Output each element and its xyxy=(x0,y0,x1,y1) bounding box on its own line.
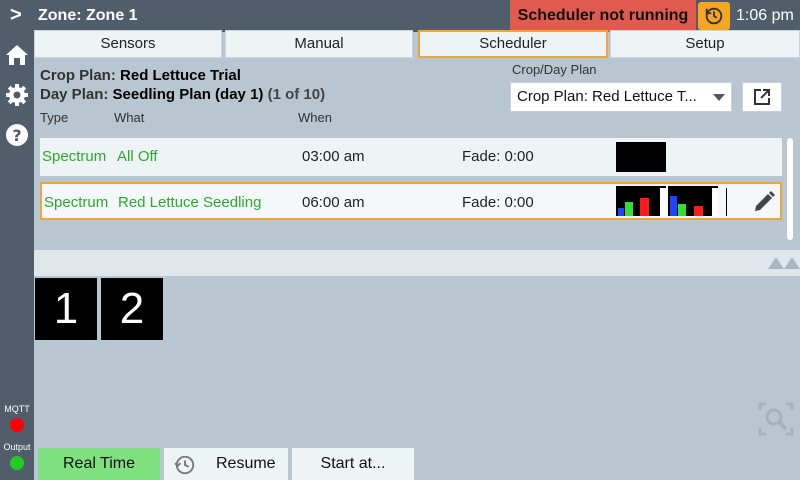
row-what: All Off xyxy=(117,148,158,165)
zone-title: Zone: Zone 1 xyxy=(38,7,138,24)
tab-bar: Sensors Manual Scheduler Setup xyxy=(34,30,800,58)
day-plan-count: (1 of 10) xyxy=(267,86,326,103)
pencil-icon xyxy=(755,191,775,211)
bottom-bar: Real Time Resume Start at... xyxy=(34,446,800,480)
zoom-search-icon xyxy=(758,402,794,436)
row-when: 03:00 am xyxy=(302,148,365,165)
column-header-when: When xyxy=(298,110,332,125)
start-at-button[interactable]: Start at... xyxy=(292,448,414,480)
crop-plan-value: Red Lettuce Trial xyxy=(120,67,241,84)
crop-day-plan-select[interactable]: Crop Plan: Red Lettuce T... xyxy=(510,82,732,112)
schedule-row[interactable]: Spectrum All Off 03:00 am Fade: 0:00 xyxy=(40,138,782,176)
tab-manual[interactable]: Manual xyxy=(225,30,413,58)
column-header-what: What xyxy=(114,110,145,125)
sidebar: ? MQTT Output xyxy=(0,32,34,480)
clock-refresh-icon xyxy=(705,7,723,25)
row-fade: Fade: 0:00 xyxy=(462,148,534,165)
scheduler-status-badge: Scheduler not running xyxy=(510,0,696,32)
plan-info: Crop Plan: Red Lettuce Trial Day Plan: S… xyxy=(40,67,325,103)
crop-day-plan-label: Crop/Day Plan xyxy=(512,62,597,77)
page-2-button[interactable]: 2 xyxy=(101,278,163,340)
crop-day-plan-selected: Crop Plan: Red Lettuce T... xyxy=(517,88,697,105)
scroll-up-secondary-icon[interactable] xyxy=(784,257,800,269)
mqtt-status-led xyxy=(10,418,24,432)
scheduler-restart-button[interactable] xyxy=(698,2,730,30)
row-type: Spectrum xyxy=(44,194,109,211)
external-link-icon xyxy=(754,89,770,105)
day-plan-value: Seedling Plan (day 1) xyxy=(112,86,264,103)
current-time: 1:06 pm xyxy=(736,7,794,24)
menu-chevron-button[interactable]: > xyxy=(10,4,22,27)
top-bar: > Zone: Zone 1 Scheduler not running 1:0… xyxy=(0,0,800,32)
spectrum-preview-end xyxy=(668,186,718,216)
tab-scheduler[interactable]: Scheduler xyxy=(418,30,608,58)
gear-icon[interactable] xyxy=(4,82,30,108)
crop-plan-label: Crop Plan: xyxy=(40,67,116,84)
scroll-strip xyxy=(34,250,800,276)
home-icon[interactable] xyxy=(4,42,30,68)
row-when: 06:00 am xyxy=(302,194,365,211)
open-plan-button[interactable] xyxy=(742,82,782,112)
column-header-type: Type xyxy=(40,110,69,125)
help-icon[interactable]: ? xyxy=(4,122,30,148)
output-label: Output xyxy=(3,442,31,452)
tab-sensors[interactable]: Sensors xyxy=(34,30,222,58)
history-icon xyxy=(174,455,195,475)
schedule-row-selected[interactable]: Spectrum Red Lettuce Seedling 06:00 am F… xyxy=(40,182,782,220)
mqtt-label: MQTT xyxy=(4,404,30,414)
row-fade: Fade: 0:00 xyxy=(462,194,534,211)
row-type: Spectrum xyxy=(42,148,107,165)
resume-button[interactable]: Resume xyxy=(164,448,288,480)
schedule-scrollbar[interactable] xyxy=(787,138,793,240)
svg-text:?: ? xyxy=(12,126,21,145)
page-1-button[interactable]: 1 xyxy=(35,278,97,340)
spectrum-preview-start xyxy=(616,186,666,216)
scroll-up-icon[interactable] xyxy=(768,257,784,269)
output-status-led xyxy=(10,456,24,470)
row-divider xyxy=(726,188,727,216)
chevron-down-icon xyxy=(713,94,725,101)
spectrum-preview xyxy=(616,142,666,172)
tab-setup[interactable]: Setup xyxy=(610,30,800,58)
day-plan-label: Day Plan: xyxy=(40,86,109,103)
resume-label: Resume xyxy=(216,455,276,472)
row-what: Red Lettuce Seedling xyxy=(118,194,262,211)
edit-row-button[interactable] xyxy=(752,190,776,214)
real-time-button[interactable]: Real Time xyxy=(38,448,160,480)
zoom-fit-button[interactable] xyxy=(758,402,794,436)
